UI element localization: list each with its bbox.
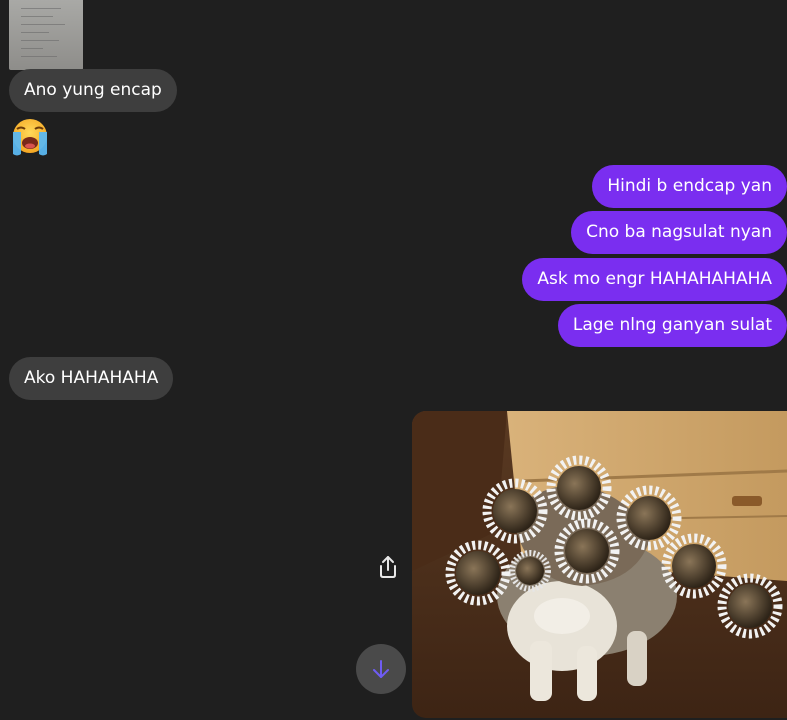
message-text: Cno ba nagsulat nyan [586,222,772,242]
loudly-crying-face-emoji[interactable] [8,116,52,158]
arrow-down-icon [373,660,389,678]
chat-thread: Ano yung encap Hindi b endcap yan Cno ba… [0,0,787,720]
share-icon[interactable] [376,554,400,580]
cat-loading-meme-image[interactable] [412,411,787,718]
message-text: Ano yung encap [24,80,162,100]
message-text: Ask mo engr HAHAHAHAHA [537,269,772,289]
message-bubble-outgoing[interactable]: Ask mo engr HAHAHAHAHA [522,258,787,301]
message-bubble-outgoing[interactable]: Lage nlng ganyan sulat [557,304,787,347]
message-text: Hindi b endcap yan [607,176,772,196]
scroll-to-bottom-button[interactable] [356,644,406,694]
message-bubble-incoming[interactable]: Ako HAHAHAHA [9,357,174,400]
message-bubble-outgoing[interactable]: Hindi b endcap yan [592,165,787,208]
notebook-photo-thumbnail[interactable] [9,0,83,70]
message-text: Ako HAHAHAHA [24,368,159,388]
message-bubble-incoming[interactable]: Ano yung encap [9,69,177,112]
message-bubble-outgoing[interactable]: Cno ba nagsulat nyan [571,211,787,254]
message-text: Lage nlng ganyan sulat [572,315,772,335]
